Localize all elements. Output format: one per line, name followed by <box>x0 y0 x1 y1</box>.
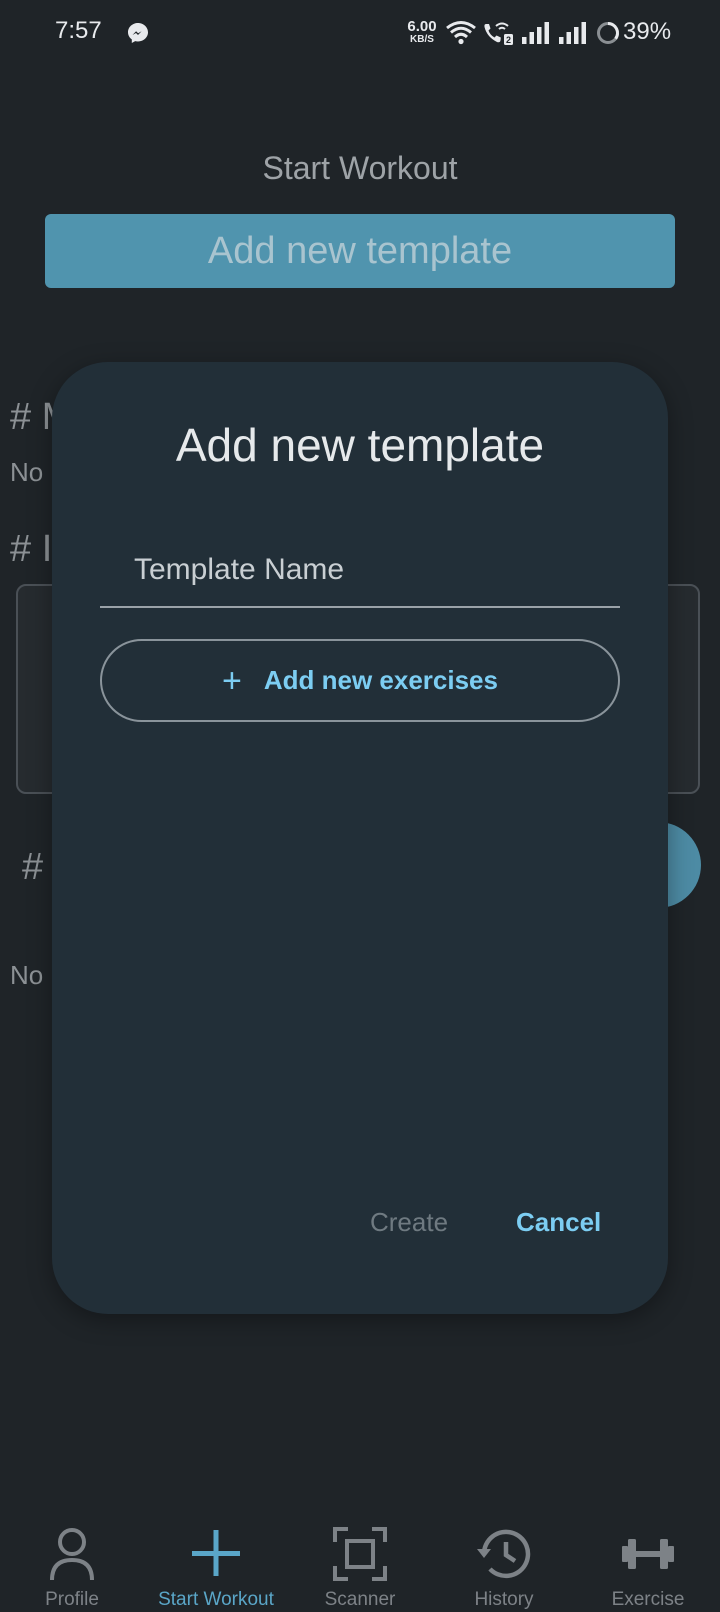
nav-item-history[interactable]: History <box>432 1510 576 1612</box>
messenger-icon <box>128 23 148 43</box>
template-name-field[interactable] <box>100 534 620 608</box>
add-exercises-button[interactable]: + Add new exercises <box>100 639 620 722</box>
status-time: 7:57 <box>55 17 102 44</box>
plus-icon <box>192 1530 240 1576</box>
nav-label: Start Workout <box>158 1589 274 1610</box>
add-exercises-label: Add new exercises <box>263 665 498 695</box>
battery-icon <box>597 22 619 44</box>
template-name-input[interactable] <box>100 534 620 606</box>
empty-state-text: No <box>10 960 44 990</box>
network-speed: 6.00 KB/S <box>407 18 437 45</box>
dialog-title: Add new template <box>175 419 545 471</box>
nav-label: History <box>474 1589 534 1610</box>
dumbbell-icon <box>622 1539 674 1569</box>
page-title: Start Workout <box>262 150 458 186</box>
wifi-icon <box>446 21 476 45</box>
wifi-call-icon: 2 <box>484 22 513 45</box>
plus-icon: + <box>222 661 242 700</box>
signal-icon-2 <box>559 22 586 44</box>
add-template-button[interactable]: Add new template <box>45 214 675 288</box>
status-bar: 7:57 6.00 KB/S 2 39% <box>0 0 720 66</box>
empty-state-text: No <box>10 457 44 487</box>
nav-item-start-workout[interactable]: Start Workout <box>144 1510 288 1612</box>
signal-icon <box>522 22 549 44</box>
person-icon <box>50 1528 94 1581</box>
nav-item-exercise[interactable]: Exercise <box>576 1510 720 1612</box>
svg-text:2: 2 <box>506 35 511 45</box>
add-template-dialog: Add new template + Add new exercises Cre… <box>52 362 668 1314</box>
nav-item-scanner[interactable]: Scanner <box>288 1510 432 1612</box>
section-heading: # <box>22 846 44 888</box>
create-button[interactable]: Create <box>370 1207 448 1238</box>
nav-label: Exercise <box>611 1589 685 1610</box>
battery-percent: 39% <box>623 18 672 45</box>
section-heading: # I <box>10 528 53 570</box>
history-icon <box>477 1529 531 1579</box>
nav-label: Scanner <box>324 1589 396 1610</box>
nav-item-profile[interactable]: Profile <box>0 1510 144 1612</box>
bottom-navigation: Profile Start Workout Scanner History Ex… <box>0 1510 720 1612</box>
cancel-button[interactable]: Cancel <box>516 1207 601 1238</box>
nav-label: Profile <box>45 1589 99 1610</box>
scan-icon <box>333 1527 387 1581</box>
